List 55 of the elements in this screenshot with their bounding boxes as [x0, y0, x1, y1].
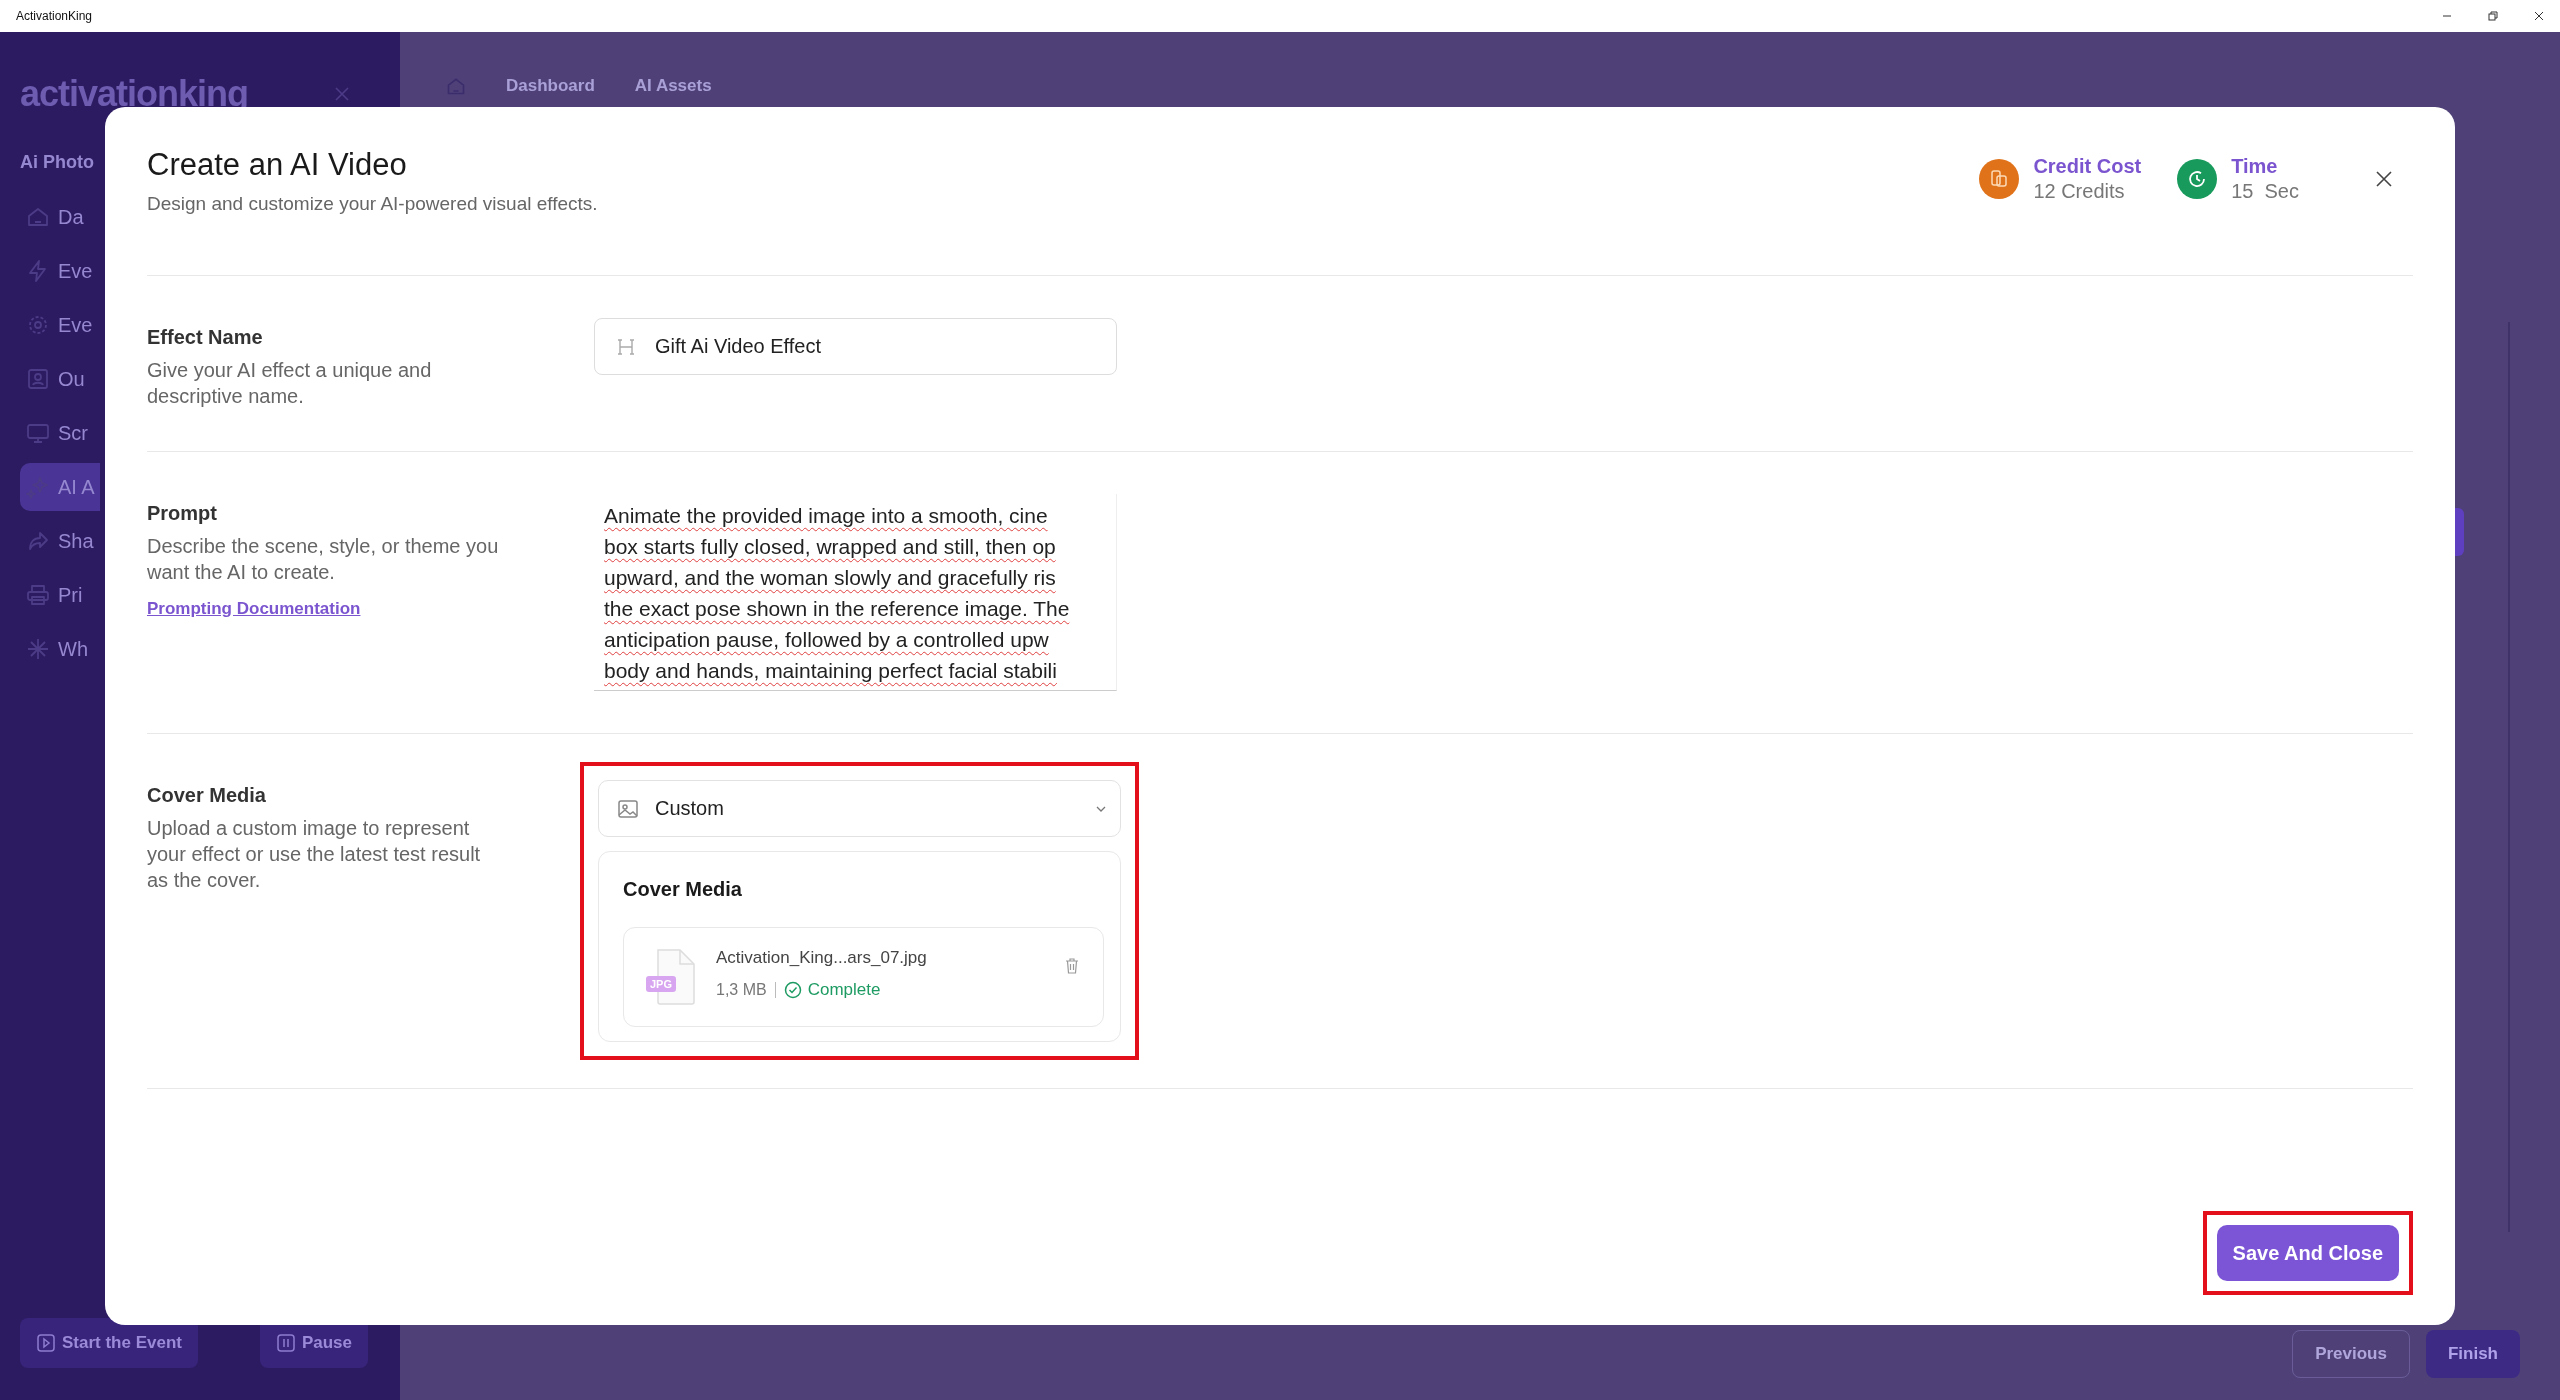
check-icon: [783, 981, 802, 999]
sidebar-button[interactable]: Start the Event: [20, 1318, 198, 1368]
monitor-icon: [26, 421, 50, 445]
window-title: ActivationKing: [16, 9, 93, 23]
documentation-link[interactable]: Prompting Documentation: [147, 599, 594, 619]
nav-item[interactable]: Ou: [20, 355, 100, 403]
trash-icon[interactable]: [1065, 958, 1079, 974]
nav-item[interactable]: Da: [20, 193, 100, 241]
image-icon: [617, 797, 639, 820]
section-label: Cover Media: [147, 784, 267, 807]
dialog-subtitle: Design and customize your AI-powered visual effects.: [147, 193, 598, 215]
stat-label: Credit Cost: [2033, 155, 2142, 178]
close-icon[interactable]: [2375, 170, 2393, 188]
nav-item[interactable]: Eve: [20, 301, 100, 349]
play-icon: [36, 1333, 56, 1353]
nav-item[interactable]: AI A: [20, 463, 100, 511]
chevron-icon: [1096, 805, 1106, 812]
gear-icon: [26, 313, 50, 337]
nav-item[interactable]: Eve: [20, 247, 100, 295]
nav-item[interactable]: Scr: [20, 409, 100, 457]
section-description: Describe the scene, style, or theme you want the AI to create.: [147, 534, 500, 585]
prompt-field[interactable]: Animate the provided image into a smooth, cine box starts fully closed, wrapped and still, then op upward, and the woman slowly and gracefully ris the exact pose shown in the reference image. The anticipation pause, followed by a controlled upw body and hands, maintaining perfect facial stabili: [594, 494, 1117, 691]
upload-status: Complete: [807, 980, 881, 1000]
restore-icon[interactable]: [2488, 11, 2498, 21]
heading-icon: [617, 337, 635, 356]
media-select[interactable]: Custom: [598, 780, 1121, 837]
portrait-icon: [26, 367, 50, 391]
nav-item[interactable]: Sha: [20, 517, 100, 565]
pause-icon: [275, 1333, 296, 1353]
stat-value: 12 Credits: [2033, 180, 2126, 203]
section-label: Prompt: [147, 502, 218, 525]
stat-value: 15 Sec: [2231, 180, 2299, 203]
asterisk-icon: [26, 637, 50, 661]
section-description: Give your AI effect a unique and descriptive name.: [147, 358, 433, 409]
section-label: Effect Name: [147, 326, 264, 349]
name-field[interactable]: Gift Ai Video Effect: [594, 318, 1117, 375]
breadcrumb-link[interactable]: Dashboard: [506, 76, 595, 96]
dialog-title: Create an AI Video: [147, 147, 408, 183]
printer-icon: [26, 583, 50, 607]
share-icon: [26, 529, 50, 553]
card-title: Cover Media: [623, 878, 743, 901]
nav-button[interactable]: Finish: [2425, 1330, 2520, 1378]
stat-label: Time: [2231, 155, 2279, 178]
nav-item[interactable]: Pri: [20, 571, 100, 619]
section-description: Upload a custom image to represent your effect or use the latest test result as the cover.: [147, 816, 482, 893]
breadcrumb-link[interactable]: AI Assets: [634, 76, 712, 96]
nav-item[interactable]: Wh: [20, 625, 100, 673]
event-name: Ai Photo: [20, 152, 94, 173]
file-size: 1,3 MB: [716, 981, 767, 999]
logo: activationking: [20, 76, 249, 112]
save-button[interactable]: Save And Close: [2216, 1225, 2399, 1281]
home-icon: [26, 205, 50, 229]
close-icon[interactable]: [2534, 11, 2544, 21]
nav-button[interactable]: Previous: [2292, 1330, 2410, 1378]
file-name: Activation_King...ars_07.jpg: [716, 948, 928, 968]
